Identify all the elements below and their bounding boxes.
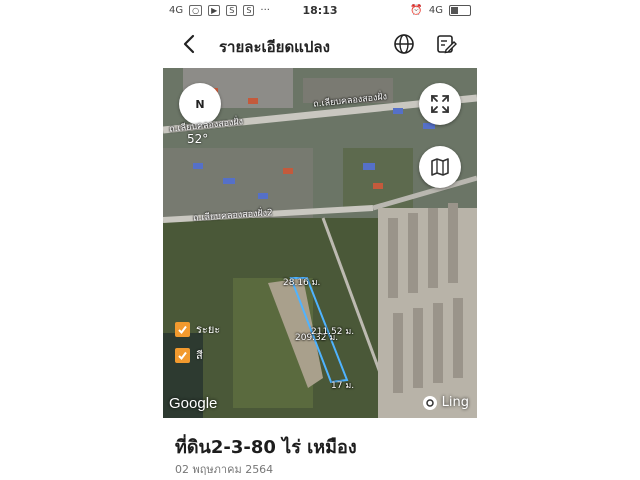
plot-title: ที่ดิน2-3-80 ไร่ เหมือง — [175, 437, 357, 458]
ling-brand: Ling — [422, 395, 469, 410]
page-title: รายละเอียดแปลง — [219, 38, 330, 56]
satellite-map[interactable]: N 52° ถ.เลียบคลองสองฝั่ง ถ.เลียบคลองสองฝ… — [163, 68, 477, 418]
dimension-label: 28.16 ม. — [283, 278, 321, 288]
layer-label: ระยะ — [196, 323, 221, 336]
alarm-icon: ⏰ — [410, 5, 423, 16]
expand-icon — [431, 95, 449, 113]
compass-label: N — [195, 97, 205, 111]
layer-toggle-color[interactable]: สี — [175, 346, 203, 364]
status-right: ⏰ 4G — [410, 5, 471, 16]
ling-logo-icon — [422, 395, 437, 410]
fullscreen-button[interactable] — [419, 83, 461, 125]
layer-toggle-distance[interactable]: ระยะ — [175, 320, 220, 338]
checkbox-checked-icon[interactable] — [175, 321, 190, 337]
plot-date: 02 พฤษภาคม 2564 — [175, 463, 274, 476]
network-indicator-right: 4G — [428, 5, 443, 16]
status-bar: 4G ○ ▶ S S ··· 18:13 ⏰ 4G — [163, 0, 477, 22]
edit-icon[interactable] — [435, 33, 457, 55]
dimension-label: 211.52 ม. — [311, 327, 355, 337]
plot-info: ที่ดิน2-3-80 ไร่ เหมือง 02 พฤษภาคม 2564 — [163, 418, 477, 480]
brand-label: Ling — [441, 395, 469, 410]
battery-icon — [449, 5, 471, 16]
globe-icon[interactable] — [393, 33, 415, 55]
checkbox-checked-icon[interactable] — [175, 347, 190, 363]
heading-readout: 52° — [187, 132, 209, 146]
app-bar: รายละเอียดแปลง — [163, 22, 477, 68]
back-arrow-icon[interactable] — [179, 33, 201, 55]
layer-label: สี — [196, 349, 203, 362]
map-icon — [431, 158, 449, 176]
map-type-button[interactable] — [419, 146, 461, 188]
dimension-label: 17 ม. — [331, 381, 355, 391]
google-attribution: Google — [169, 395, 218, 412]
